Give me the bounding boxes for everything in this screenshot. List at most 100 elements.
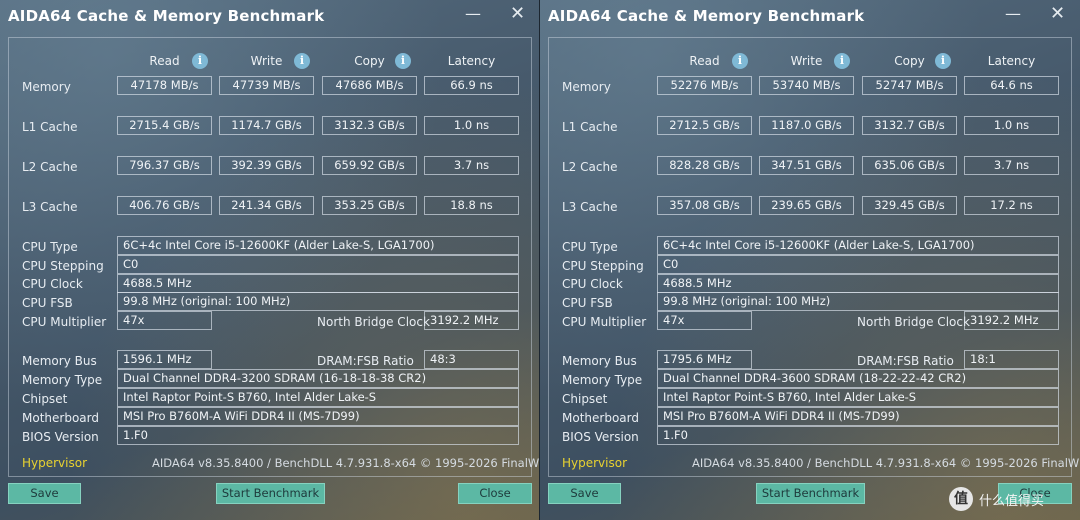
write-info-icon[interactable]: i	[834, 53, 850, 69]
cpu-clock-label: CPU Clock	[22, 277, 83, 291]
memory-bus-value: 1596.1 MHz	[117, 350, 212, 369]
bios-label: BIOS Version	[22, 430, 99, 444]
l1-latency-value: 1.0 ns	[424, 116, 519, 135]
l2-write-value: 347.51 GB/s	[759, 156, 854, 175]
minimize-icon[interactable]: —	[1005, 4, 1021, 23]
l2-latency-value: 3.7 ns	[424, 156, 519, 175]
row-label-memory: Memory	[562, 80, 611, 94]
l1-copy-value: 3132.7 GB/s	[862, 116, 957, 135]
l3-copy-value: 329.45 GB/s	[862, 196, 957, 215]
close-button[interactable]: Close	[458, 483, 532, 504]
memory-bus-label: Memory Bus	[562, 354, 637, 368]
l3-write-value: 241.34 GB/s	[219, 196, 314, 215]
chipset-label: Chipset	[22, 392, 68, 406]
cpu-type-label: CPU Type	[22, 240, 78, 254]
l2-copy-value: 635.06 GB/s	[862, 156, 957, 175]
motherboard-label: Motherboard	[22, 411, 99, 425]
dram-fsb-label: DRAM:FSB Ratio	[317, 354, 414, 368]
cpu-type-value: 6C+4c Intel Core i5-12600KF (Alder Lake-…	[657, 236, 1059, 255]
read-info-icon[interactable]: i	[732, 53, 748, 69]
memory-type-label: Memory Type	[562, 373, 643, 387]
row-label-l3: L3 Cache	[22, 200, 78, 214]
minimize-icon[interactable]: —	[465, 4, 481, 23]
l1-latency-value: 1.0 ns	[964, 116, 1059, 135]
site-watermark: 值 什么值得买	[949, 484, 1079, 514]
row-label-l1: L1 Cache	[22, 120, 78, 134]
bios-value: 1.F0	[117, 426, 519, 445]
copy-info-icon[interactable]: i	[395, 53, 411, 69]
north-bridge-value: 3192.2 MHz	[964, 311, 1059, 330]
memory-copy-value: 52747 MB/s	[862, 76, 957, 95]
memory-bus-label: Memory Bus	[22, 354, 97, 368]
start-benchmark-button[interactable]: Start Benchmark	[756, 483, 865, 504]
copyright-text: AIDA64 v8.35.8400 / BenchDLL 4.7.931.8-x…	[152, 456, 580, 470]
motherboard-label: Motherboard	[562, 411, 639, 425]
memory-write-value: 53740 MB/s	[759, 76, 854, 95]
read-info-icon[interactable]: i	[192, 53, 208, 69]
chipset-value: Intel Raptor Point-S B760, Intel Alder L…	[117, 388, 519, 407]
row-label-l2: L2 Cache	[562, 160, 618, 174]
hypervisor-label: Hypervisor	[22, 456, 88, 470]
save-button[interactable]: Save	[8, 483, 81, 504]
cpu-fsb-label: CPU FSB	[562, 296, 613, 310]
cpu-multiplier-label: CPU Multiplier	[22, 315, 107, 329]
memory-bus-value: 1795.6 MHz	[657, 350, 752, 369]
l3-write-value: 239.65 GB/s	[759, 196, 854, 215]
header-latency: Latency	[987, 54, 1036, 68]
bios-label: BIOS Version	[562, 430, 639, 444]
chipset-label: Chipset	[562, 392, 608, 406]
memory-read-value: 52276 MB/s	[657, 76, 752, 95]
cpu-stepping-value: C0	[657, 255, 1059, 274]
close-icon[interactable]: ✕	[510, 3, 525, 24]
save-button[interactable]: Save	[548, 483, 621, 504]
l1-read-value: 2712.5 GB/s	[657, 116, 752, 135]
memory-type-value: Dual Channel DDR4-3600 SDRAM (18-22-22-4…	[657, 369, 1059, 388]
cpu-clock-value: 4688.5 MHz	[657, 274, 1059, 293]
chipset-value: Intel Raptor Point-S B760, Intel Alder L…	[657, 388, 1059, 407]
l2-latency-value: 3.7 ns	[964, 156, 1059, 175]
l3-copy-value: 353.25 GB/s	[322, 196, 417, 215]
memory-read-value: 47178 MB/s	[117, 76, 212, 95]
window-title: AIDA64 Cache & Memory Benchmark	[548, 7, 865, 25]
benchmark-window-left: AIDA64 Cache & Memory Benchmark — ✕ Read…	[0, 0, 579, 520]
dram-fsb-value: 48:3	[424, 350, 519, 369]
row-label-l1: L1 Cache	[562, 120, 618, 134]
dram-fsb-label: DRAM:FSB Ratio	[857, 354, 954, 368]
watermark-logo-icon: 值	[949, 487, 973, 511]
start-benchmark-button[interactable]: Start Benchmark	[216, 483, 325, 504]
write-info-icon[interactable]: i	[294, 53, 310, 69]
cpu-stepping-label: CPU Stepping	[562, 259, 644, 273]
cpu-clock-label: CPU Clock	[562, 277, 623, 291]
row-label-memory: Memory	[22, 80, 71, 94]
cpu-multiplier-value: 47x	[117, 311, 212, 330]
north-bridge-label: North Bridge Clock	[857, 315, 970, 329]
l3-read-value: 357.08 GB/s	[657, 196, 752, 215]
memory-copy-value: 47686 MB/s	[322, 76, 417, 95]
cpu-stepping-value: C0	[117, 255, 519, 274]
motherboard-value: MSI Pro B760M-A WiFi DDR4 II (MS-7D99)	[117, 407, 519, 426]
memory-write-value: 47739 MB/s	[219, 76, 314, 95]
l2-read-value: 796.37 GB/s	[117, 156, 212, 175]
close-icon[interactable]: ✕	[1050, 3, 1065, 24]
l3-read-value: 406.76 GB/s	[117, 196, 212, 215]
watermark-text: 什么值得买	[979, 493, 1045, 509]
l2-read-value: 828.28 GB/s	[657, 156, 752, 175]
l2-copy-value: 659.92 GB/s	[322, 156, 417, 175]
copyright-text: AIDA64 v8.35.8400 / BenchDLL 4.7.931.8-x…	[692, 456, 1080, 470]
row-label-l2: L2 Cache	[22, 160, 78, 174]
memory-type-value: Dual Channel DDR4-3200 SDRAM (16-18-18-3…	[117, 369, 519, 388]
l1-write-value: 1174.7 GB/s	[219, 116, 314, 135]
l3-latency-value: 17.2 ns	[964, 196, 1059, 215]
cpu-multiplier-label: CPU Multiplier	[562, 315, 647, 329]
l3-latency-value: 18.8 ns	[424, 196, 519, 215]
cpu-multiplier-value: 47x	[657, 311, 752, 330]
row-label-l3: L3 Cache	[562, 200, 618, 214]
north-bridge-label: North Bridge Clock	[317, 315, 430, 329]
copy-info-icon[interactable]: i	[935, 53, 951, 69]
window-title: AIDA64 Cache & Memory Benchmark	[8, 7, 325, 25]
l2-write-value: 392.39 GB/s	[219, 156, 314, 175]
cpu-stepping-label: CPU Stepping	[22, 259, 104, 273]
cpu-clock-value: 4688.5 MHz	[117, 274, 519, 293]
memory-latency-value: 66.9 ns	[424, 76, 519, 95]
dram-fsb-value: 18:1	[964, 350, 1059, 369]
